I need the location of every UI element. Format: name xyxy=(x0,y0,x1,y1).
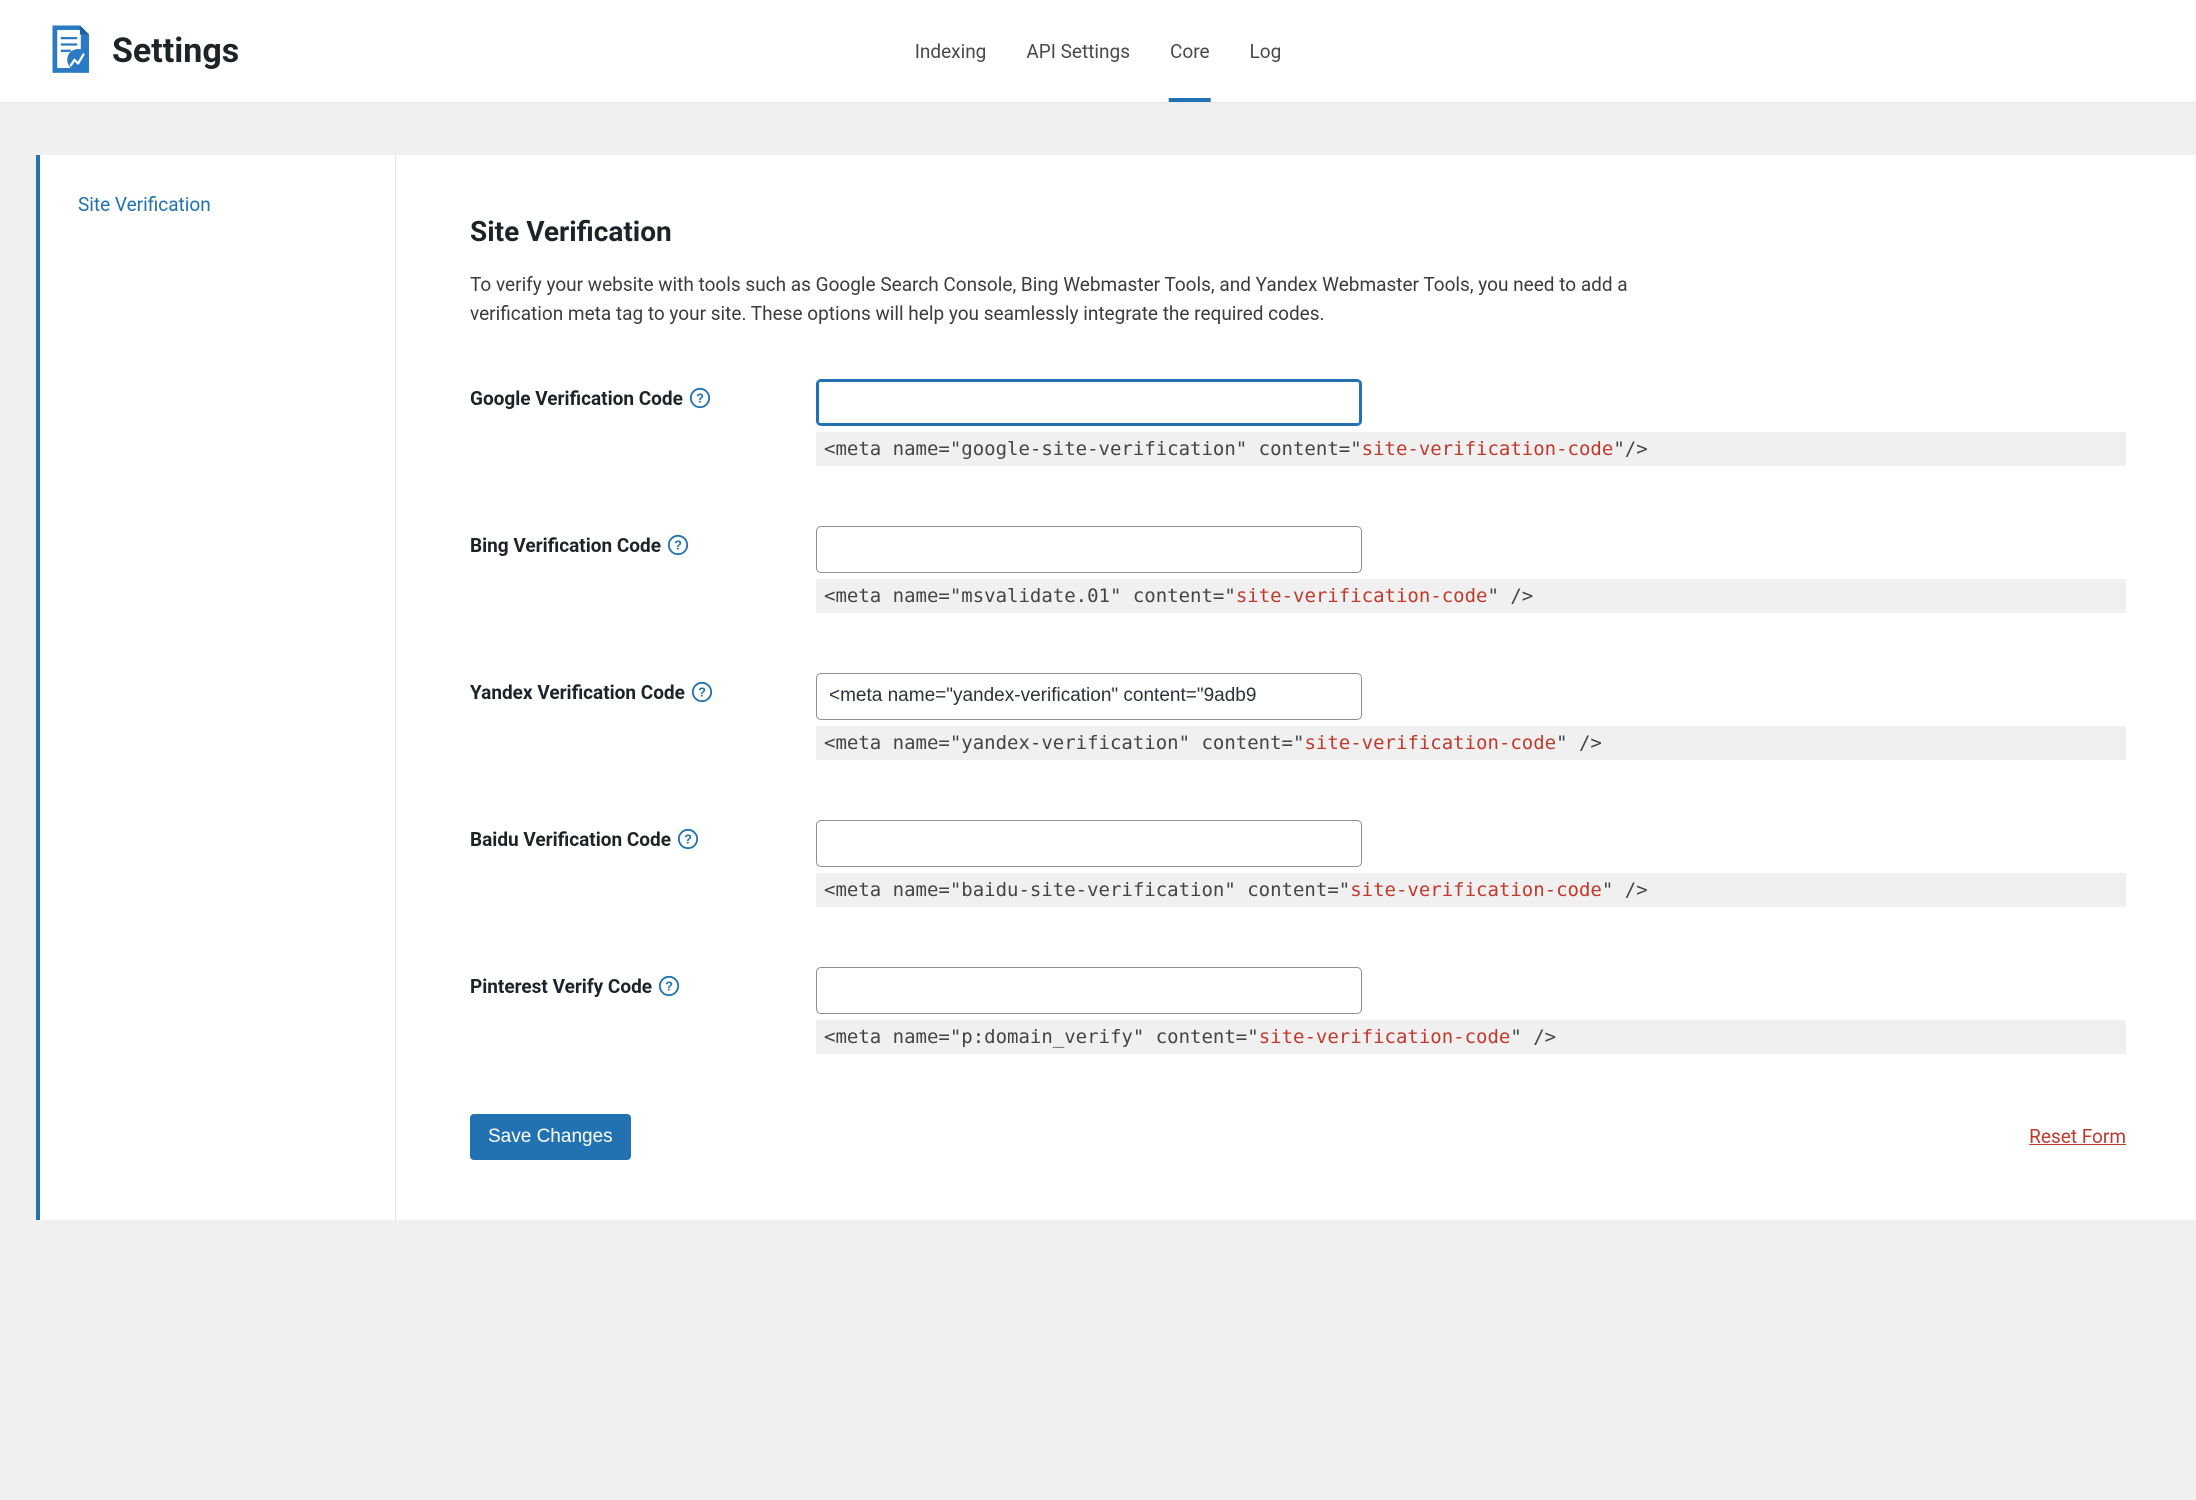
field-label-baidu: Baidu Verification Code ? xyxy=(470,820,816,851)
pinterest-code-hint: <meta name="p:domain_verify" content="si… xyxy=(816,1020,2126,1054)
svg-text:?: ? xyxy=(665,979,673,994)
tab-log[interactable]: Log xyxy=(1230,0,1302,102)
tab-api-settings[interactable]: API Settings xyxy=(1006,0,1150,102)
label-text: Google Verification Code xyxy=(470,387,683,410)
field-row-yandex: Yandex Verification Code ? <meta name="y… xyxy=(470,673,2126,760)
svg-text:?: ? xyxy=(696,391,704,406)
field-label-bing: Bing Verification Code ? xyxy=(470,526,816,557)
field-row-google: Google Verification Code ? <meta name="g… xyxy=(470,379,2126,466)
main-content: Site Verification To verify your website… xyxy=(396,155,2196,1220)
field-body: <meta name="msvalidate.01" content="site… xyxy=(816,526,2126,613)
header-tabs: Indexing API Settings Core Log xyxy=(895,0,1302,102)
help-icon[interactable]: ? xyxy=(689,387,711,409)
bing-code-hint: <meta name="msvalidate.01" content="site… xyxy=(816,579,2126,613)
help-icon[interactable]: ? xyxy=(691,681,713,703)
label-text: Yandex Verification Code xyxy=(470,681,685,704)
tab-core[interactable]: Core xyxy=(1150,0,1230,102)
field-row-pinterest: Pinterest Verify Code ? <meta name="p:do… xyxy=(470,967,2126,1054)
side-nav-item-site-verification[interactable]: Site Verification xyxy=(40,193,395,216)
pinterest-verification-input[interactable] xyxy=(816,967,1362,1014)
help-icon[interactable]: ? xyxy=(667,534,689,556)
field-body: <meta name="baidu-site-verification" con… xyxy=(816,820,2126,907)
section-description: To verify your website with tools such a… xyxy=(470,270,1710,329)
field-label-pinterest: Pinterest Verify Code ? xyxy=(470,967,816,998)
reset-form-link[interactable]: Reset Form xyxy=(2029,1125,2126,1148)
label-text: Baidu Verification Code xyxy=(470,828,671,851)
page-title: Settings xyxy=(112,31,239,71)
save-changes-button[interactable]: Save Changes xyxy=(470,1114,631,1160)
side-nav: Site Verification xyxy=(40,155,396,1220)
actions-row: Save Changes Reset Form xyxy=(470,1114,2126,1160)
help-icon[interactable]: ? xyxy=(658,975,680,997)
google-code-hint: <meta name="google-site-verification" co… xyxy=(816,432,2126,466)
label-text: Bing Verification Code xyxy=(470,534,661,557)
brand: Settings xyxy=(40,20,239,82)
field-row-baidu: Baidu Verification Code ? <meta name="ba… xyxy=(470,820,2126,907)
field-label-google: Google Verification Code ? xyxy=(470,379,816,410)
field-body: <meta name="yandex-verification" content… xyxy=(816,673,2126,760)
app-logo-icon xyxy=(40,20,98,82)
content-wrap: Site Verification Site Verification To v… xyxy=(0,103,2196,1260)
help-icon[interactable]: ? xyxy=(677,828,699,850)
baidu-verification-input[interactable] xyxy=(816,820,1362,867)
label-text: Pinterest Verify Code xyxy=(470,975,652,998)
top-header: Settings Indexing API Settings Core Log xyxy=(0,0,2196,103)
field-row-bing: Bing Verification Code ? <meta name="msv… xyxy=(470,526,2126,613)
tab-indexing[interactable]: Indexing xyxy=(895,0,1007,102)
yandex-verification-input[interactable] xyxy=(816,673,1362,720)
yandex-code-hint: <meta name="yandex-verification" content… xyxy=(816,726,2126,760)
google-verification-input[interactable] xyxy=(816,379,1362,426)
section-title: Site Verification xyxy=(470,215,2126,248)
bing-verification-input[interactable] xyxy=(816,526,1362,573)
svg-text:?: ? xyxy=(698,685,706,700)
svg-text:?: ? xyxy=(674,538,682,553)
settings-panel: Site Verification Site Verification To v… xyxy=(36,155,2196,1220)
svg-text:?: ? xyxy=(684,832,692,847)
field-body: <meta name="p:domain_verify" content="si… xyxy=(816,967,2126,1054)
baidu-code-hint: <meta name="baidu-site-verification" con… xyxy=(816,873,2126,907)
field-label-yandex: Yandex Verification Code ? xyxy=(470,673,816,704)
field-body: <meta name="google-site-verification" co… xyxy=(816,379,2126,466)
